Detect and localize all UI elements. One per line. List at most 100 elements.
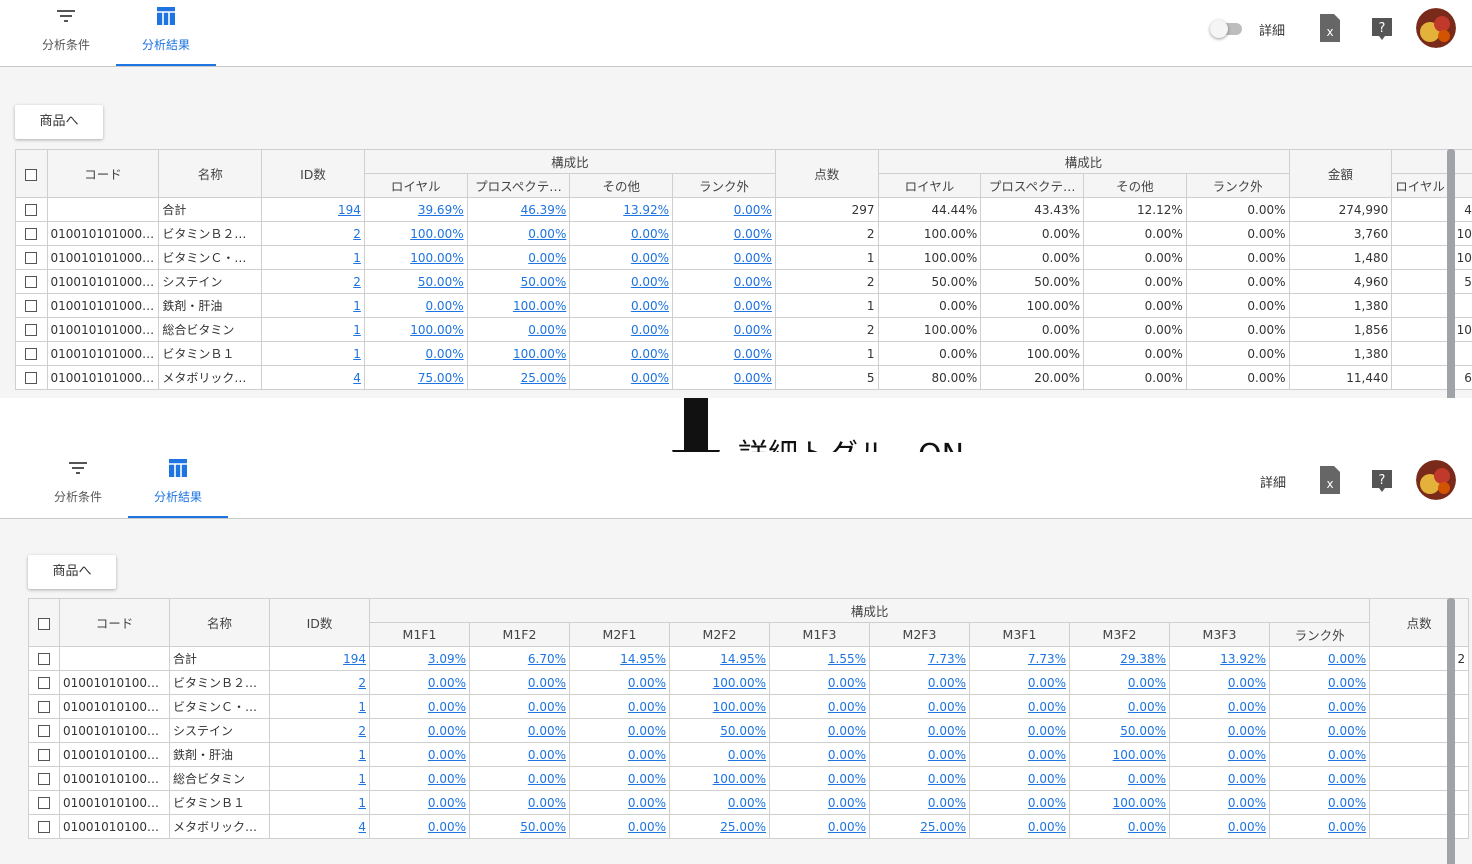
col-ratio-segment[interactable]: M2F3 [869, 622, 970, 647]
cell-ratio-link[interactable]: 13.92% [1169, 646, 1270, 671]
cell-ratio-link[interactable]: 0.00% [1268, 790, 1371, 815]
col-ratio-segment[interactable]: M2F2 [669, 622, 770, 647]
cell-ratio-link[interactable]: 0.00% [869, 718, 970, 743]
col-ratio-segment[interactable]: ランク外 [1268, 622, 1371, 647]
cell-ratio-link[interactable]: 0.00% [669, 790, 770, 815]
cell-ratio-link[interactable]: 0.00% [672, 269, 776, 294]
cell-ratio-link[interactable]: 0.00% [1169, 694, 1270, 719]
cell-ratio-link[interactable]: 100.00% [363, 245, 468, 270]
tab-analysis-results[interactable]: 分析結果 [128, 452, 228, 518]
col-pts-other[interactable]: その他 [1083, 173, 1187, 198]
col-points[interactable]: 点数 [774, 149, 879, 198]
cell-ratio-link[interactable]: 0.00% [466, 245, 571, 270]
cell-ratio-link[interactable]: 0.00% [969, 790, 1070, 815]
cell-ratio-link[interactable]: 0.00% [469, 766, 570, 791]
cell-ratio-link[interactable]: 100.00% [669, 766, 770, 791]
row-checkbox[interactable] [15, 293, 48, 318]
col-amt-royal[interactable]: ロイヤル [1391, 173, 1472, 198]
col-pts-royal[interactable]: ロイヤル [877, 173, 982, 198]
user-avatar[interactable] [1416, 8, 1456, 48]
cell-id-count-link[interactable]: 4 [269, 814, 370, 839]
row-checkbox[interactable] [28, 814, 60, 839]
cell-id-count-link[interactable]: 2 [269, 670, 370, 695]
cell-id-count-link[interactable]: 1 [269, 694, 370, 719]
cell-ratio-link[interactable]: 0.00% [369, 790, 470, 815]
cell-ratio-link[interactable]: 0.00% [466, 221, 571, 246]
col-pts-unranked[interactable]: ランク外 [1185, 173, 1290, 198]
cell-ratio-link[interactable]: 0.00% [672, 317, 776, 342]
cell-ratio-link[interactable]: 14.95% [669, 646, 770, 671]
goto-products-button[interactable]: 商品へ [15, 105, 103, 139]
cell-ratio-link[interactable]: 0.00% [369, 742, 470, 767]
cell-ratio-link[interactable]: 75.00% [363, 365, 468, 390]
row-checkbox[interactable] [28, 670, 60, 695]
cell-ratio-link[interactable]: 1.55% [769, 646, 870, 671]
col-ratio-segment[interactable]: M1F3 [769, 622, 870, 647]
cell-ratio-link[interactable]: 100.00% [669, 670, 770, 695]
col-name[interactable]: 名称 [169, 598, 270, 647]
row-checkbox[interactable] [15, 197, 48, 222]
cell-ratio-link[interactable]: 7.73% [869, 646, 970, 671]
cell-ratio-link[interactable]: 0.00% [569, 293, 674, 318]
cell-ratio-link[interactable]: 0.00% [469, 742, 570, 767]
cell-ratio-link[interactable]: 50.00% [466, 269, 571, 294]
cell-ratio-link[interactable]: 100.00% [1069, 790, 1170, 815]
cell-ratio-link[interactable]: 0.00% [1268, 814, 1371, 839]
cell-ratio-link[interactable]: 46.39% [466, 197, 571, 222]
cell-ratio-link[interactable]: 100.00% [466, 293, 571, 318]
col-ratio-segment[interactable]: M3F1 [969, 622, 1070, 647]
cell-ratio-link[interactable]: 50.00% [469, 814, 570, 839]
row-checkbox[interactable] [15, 365, 48, 390]
cell-ratio-link[interactable]: 0.00% [569, 317, 674, 342]
cell-ratio-link[interactable]: 0.00% [569, 365, 674, 390]
table-scrollbar[interactable] [1447, 149, 1455, 398]
cell-ratio-link[interactable]: 0.00% [1268, 718, 1371, 743]
col-ratio-royal[interactable]: ロイヤル [363, 173, 468, 198]
cell-ratio-link[interactable]: 0.00% [466, 317, 571, 342]
cell-ratio-link[interactable]: 0.00% [769, 814, 870, 839]
cell-ratio-link[interactable]: 7.73% [969, 646, 1070, 671]
cell-ratio-link[interactable]: 0.00% [969, 742, 1070, 767]
cell-ratio-link[interactable]: 0.00% [969, 694, 1070, 719]
cell-ratio-link[interactable]: 100.00% [363, 221, 468, 246]
cell-ratio-link[interactable]: 25.00% [869, 814, 970, 839]
col-code[interactable]: コード [46, 149, 160, 198]
col-ratio-segment[interactable]: M1F2 [469, 622, 570, 647]
row-checkbox[interactable] [28, 766, 60, 791]
cell-ratio-link[interactable]: 0.00% [1169, 742, 1270, 767]
cell-ratio-link[interactable]: 0.00% [369, 718, 470, 743]
cell-ratio-link[interactable]: 0.00% [769, 742, 870, 767]
row-checkbox[interactable] [15, 221, 48, 246]
cell-id-count-link[interactable]: 1 [261, 245, 365, 270]
cell-ratio-link[interactable]: 0.00% [569, 766, 670, 791]
cell-ratio-link[interactable]: 0.00% [869, 742, 970, 767]
cell-id-count-link[interactable]: 4 [261, 365, 365, 390]
cell-ratio-link[interactable]: 0.00% [1069, 670, 1170, 695]
cell-ratio-link[interactable]: 0.00% [1169, 670, 1270, 695]
excel-export-icon[interactable]: x [1318, 466, 1342, 494]
row-checkbox[interactable] [28, 742, 60, 767]
row-checkbox[interactable] [28, 694, 60, 719]
cell-ratio-link[interactable]: 0.00% [1169, 718, 1270, 743]
cell-id-count-link[interactable]: 1 [269, 742, 370, 767]
row-checkbox[interactable] [28, 790, 60, 815]
cell-id-count-link[interactable]: 2 [261, 269, 365, 294]
cell-ratio-link[interactable]: 0.00% [569, 718, 670, 743]
row-checkbox[interactable] [28, 718, 60, 743]
detail-toggle[interactable] [1210, 20, 1242, 38]
cell-ratio-link[interactable]: 0.00% [672, 341, 776, 366]
col-pts-prospect[interactable]: プロスペクテ… [980, 173, 1085, 198]
cell-ratio-link[interactable]: 0.00% [569, 245, 674, 270]
cell-ratio-link[interactable]: 0.00% [1169, 814, 1270, 839]
cell-id-count-link[interactable]: 1 [261, 341, 365, 366]
cell-ratio-link[interactable]: 0.00% [672, 197, 776, 222]
row-checkbox[interactable] [15, 341, 48, 366]
help-icon[interactable]: ? [1370, 16, 1394, 44]
cell-ratio-link[interactable]: 0.00% [769, 694, 870, 719]
cell-ratio-link[interactable]: 50.00% [1069, 718, 1170, 743]
cell-ratio-link[interactable]: 0.00% [1268, 694, 1371, 719]
help-icon[interactable]: ? [1370, 468, 1394, 496]
cell-ratio-link[interactable]: 100.00% [669, 694, 770, 719]
row-checkbox[interactable] [15, 269, 48, 294]
cell-ratio-link[interactable]: 100.00% [466, 341, 571, 366]
